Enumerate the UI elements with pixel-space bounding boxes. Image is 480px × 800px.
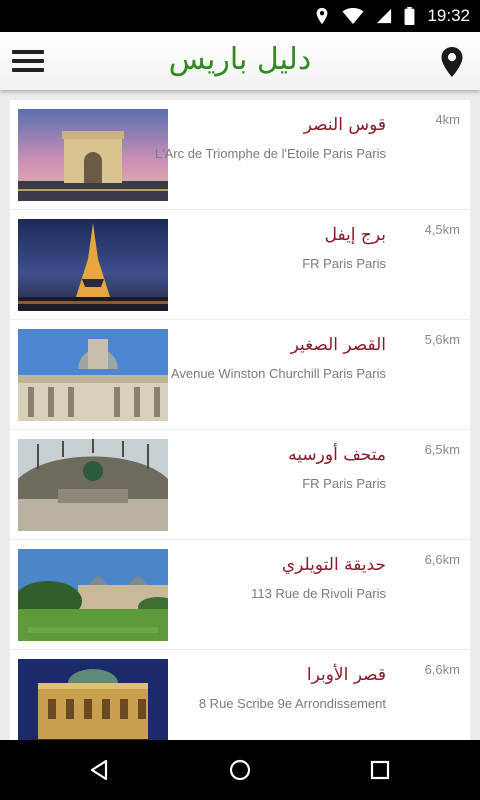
distance-label: 5,6km (424, 332, 460, 347)
navigation-bar (0, 740, 480, 800)
clock: 19:32 (427, 6, 470, 25)
home-icon[interactable] (228, 758, 252, 782)
recents-icon[interactable] (368, 758, 392, 782)
list-item[interactable]: 4km قوس النصر L'Arc de Triomphe de l'Eto… (10, 100, 470, 209)
back-icon[interactable] (88, 758, 112, 782)
place-name: قوس النصر (303, 115, 386, 135)
place-name: حديقة التويلري (281, 555, 386, 575)
place-name: متحف أورسيه (288, 445, 386, 465)
places-list[interactable]: 4km قوس النصر L'Arc de Triomphe de l'Eto… (10, 100, 470, 740)
app-title: دليل باريس (168, 42, 312, 77)
status-icons: 19:32 (314, 0, 470, 32)
signal-icon (377, 8, 392, 24)
list-item[interactable]: 6,6km قصر الأوبرا 8 Rue Scribe 9e Arrond… (10, 650, 470, 740)
distance-label: 6,6km (424, 662, 460, 677)
place-address: FR Paris Paris (302, 256, 386, 271)
status-bar: 19:32 (0, 0, 480, 32)
app-bar: دليل باريس (0, 32, 480, 90)
place-name: القصر الصغير (290, 335, 386, 355)
place-name: برج إيفل (324, 225, 386, 245)
wifi-icon (342, 8, 364, 24)
list-item[interactable]: 5,6km القصر الصغير Avenue Winston Church… (10, 320, 470, 429)
list-item[interactable]: 6,6km حديقة التويلري 113 Rue de Rivoli P… (10, 540, 470, 649)
distance-label: 6,5km (424, 442, 460, 457)
place-address: L'Arc de Triomphe de l'Etoile Paris Pari… (154, 146, 386, 161)
list-item[interactable]: 6,5km متحف أورسيه FR Paris Paris (10, 430, 470, 539)
distance-label: 4km (435, 112, 460, 127)
battery-icon (405, 7, 415, 25)
distance-label: 6,6km (424, 552, 460, 567)
place-address: FR Paris Paris (302, 476, 386, 491)
place-address: 8 Rue Scribe 9e Arrondissement (198, 696, 386, 711)
distance-label: 4,5km (424, 222, 460, 237)
map-pin-icon[interactable] (440, 46, 464, 78)
location-icon (317, 7, 328, 25)
place-address: 113 Rue de Rivoli Paris (251, 586, 386, 601)
list-item[interactable]: 4,5km برج إيفل FR Paris Paris (10, 210, 470, 319)
place-name: قصر الأوبرا (306, 665, 386, 685)
place-address: Avenue Winston Churchill Paris Paris (170, 366, 386, 381)
